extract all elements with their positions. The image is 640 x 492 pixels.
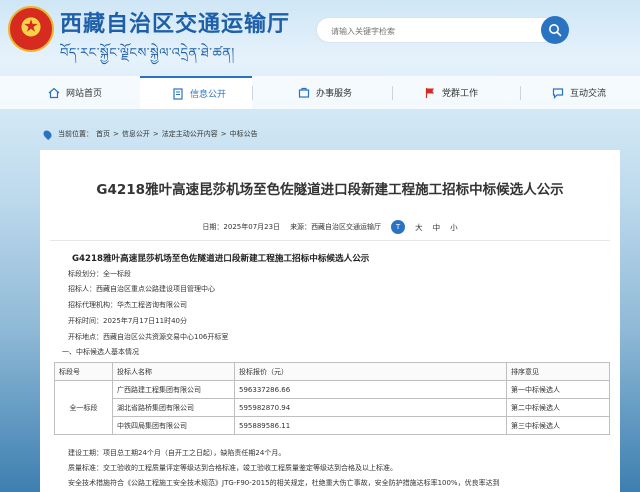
main-nav: 网站首页 信息公开 办事服务 党群工作 互动交流 — [0, 76, 640, 109]
search-box — [316, 17, 564, 43]
rank-cell: 第一中标候选人 — [506, 380, 610, 399]
breadcrumb-item-statutory[interactable]: 法定主动公开内容 — [162, 129, 218, 139]
location-pin-icon — [41, 128, 54, 140]
column-header: 投标人名称 — [112, 362, 235, 381]
font-size-small-button[interactable]: 小 — [450, 222, 458, 233]
nav-item-home[interactable]: 网站首页 — [48, 76, 102, 109]
document-heading: G4218雅叶高速昆莎机场至色佐隧道进口段新建工程施工招标中标候选人公示 — [72, 254, 370, 264]
rank-cell: 第三中标候选人 — [506, 416, 610, 435]
chat-icon — [552, 87, 564, 99]
site-name-tibetan: བོད་རང་སྐྱོང་ལྗོངས་སྐྱེལ་འདྲེན་ཐེ་ཚན། — [60, 46, 235, 61]
safety-standard-line: 安全技术措施符合《公路工程施工安全技术规范》JTG-F90-2015的相关规定，… — [68, 479, 500, 487]
column-header: 排序意见 — [506, 362, 610, 381]
service-icon — [298, 87, 310, 98]
candidate-table: 标段号 投标人名称 投标报价（元） 排序意见 全一标段 广西路建工程集团有限公司… — [54, 362, 610, 435]
nav-item-label: 党群工作 — [442, 89, 479, 99]
breadcrumb-item-bid-notice[interactable]: 中标公告 — [230, 129, 258, 139]
article-meta: 日期：2025年07月23日 来源：西藏自治区交通运输厅 T 大 中 小 — [40, 220, 620, 234]
tenderer-line: 招标人：西藏自治区重点公路建设项目管理中心 — [68, 285, 215, 293]
bidder-name-cell: 广西路建工程集团有限公司 — [112, 380, 235, 399]
table-row: 中铁四局集团有限公司 595889586.11 第三中标候选人 — [55, 416, 610, 435]
breadcrumb-prefix: 当前位置： — [58, 130, 93, 138]
article-source: 西藏自治区交通运输厅 — [311, 223, 382, 231]
column-header: 投标报价（元） — [234, 362, 507, 381]
search-button[interactable] — [541, 16, 569, 44]
source-label: 来源： — [290, 223, 312, 231]
breadcrumb-separator: > — [113, 130, 119, 138]
rank-cell: 第二中标候选人 — [506, 398, 610, 417]
font-size-icon: T — [391, 220, 406, 234]
flag-icon — [425, 87, 434, 98]
nav-item-label: 信息公开 — [190, 90, 227, 100]
breadcrumb-separator: > — [152, 130, 159, 138]
section-division-line: 标段划分：全一标段 — [68, 270, 131, 278]
font-size-large-button[interactable]: 大 — [415, 222, 423, 233]
table-row: 湖北省路桥集团有限公司 595982870.94 第二中标候选人 — [55, 398, 610, 417]
agency-line: 招标代理机构：华杰工程咨询有限公司 — [68, 301, 187, 309]
site-name[interactable]: 西藏自治区交通运输厅 — [60, 6, 290, 38]
nav-item-party[interactable]: 党群工作 — [424, 76, 478, 109]
home-icon — [48, 87, 60, 98]
date-label: 日期： — [202, 223, 224, 231]
nav-item-interaction[interactable]: 互动交流 — [552, 76, 606, 109]
section-cell: 全一标段 — [54, 380, 113, 435]
breadcrumb-item-info[interactable]: 信息公开 — [122, 129, 150, 139]
search-input[interactable] — [331, 23, 531, 39]
section-heading: 一、中标候选人基本情况 — [62, 348, 139, 356]
nav-divider — [252, 86, 253, 100]
opening-place-line: 开标地点：西藏自治区公共资源交易中心106开标室 — [68, 333, 229, 341]
nav-item-service[interactable]: 办事服务 — [298, 76, 352, 109]
nav-divider — [520, 86, 521, 100]
nav-divider — [392, 86, 393, 100]
breadcrumb: 当前位置： 首页 > 信息公开 > 法定主动公开内容 > 中标公告 — [41, 128, 258, 140]
article-panel: G4218雅叶高速昆莎机场至色佐隧道进口段新建工程施工招标中标候选人公示 日期：… — [40, 150, 620, 492]
page-title: G4218雅叶高速昆莎机场至色佐隧道进口段新建工程施工招标中标候选人公示 — [96, 182, 564, 198]
national-emblem-icon — [8, 6, 54, 52]
bid-price-cell: 596337286.66 — [234, 380, 507, 399]
column-header: 标段号 — [54, 362, 113, 381]
publish-date: 2025年07月23日 — [223, 223, 281, 231]
nav-item-info[interactable]: 信息公开 — [140, 76, 252, 109]
table-header-row: 标段号 投标人名称 投标报价（元） 排序意见 — [54, 362, 610, 381]
opening-time-line: 开标时间：2025年7月17日11时40分 — [68, 317, 187, 325]
quality-standard-line: 质量标准：交工验收的工程质量评定等级达到合格标准，竣工验收工程质量鉴定等级达到合… — [68, 464, 397, 472]
bidder-name-cell: 中铁四局集团有限公司 — [112, 416, 235, 435]
bid-price-cell: 595889586.11 — [234, 416, 507, 435]
site-header: 西藏自治区交通运输厅 བོད་རང་སྐྱོང་ལྗོངས་སྐྱེལ་འདྲེ… — [0, 0, 640, 76]
search-icon — [549, 24, 562, 37]
font-size-medium-button[interactable]: 中 — [433, 222, 441, 233]
document-icon — [173, 87, 183, 100]
nav-item-label: 办事服务 — [316, 89, 353, 99]
breadcrumb-item-home[interactable]: 首页 — [96, 129, 110, 139]
divider — [50, 240, 610, 241]
bid-price-cell: 595982870.94 — [234, 398, 507, 417]
bidder-name-cell: 湖北省路桥集团有限公司 — [112, 398, 235, 417]
nav-item-label: 网站首页 — [66, 89, 103, 99]
construction-period-line: 建设工期：项目总工期24个月（自开工之日起），缺陷责任期24个月。 — [68, 449, 286, 457]
table-row: 全一标段 广西路建工程集团有限公司 596337286.66 第一中标候选人 — [54, 380, 610, 435]
breadcrumb-separator: > — [220, 130, 227, 138]
nav-item-label: 互动交流 — [570, 89, 607, 99]
